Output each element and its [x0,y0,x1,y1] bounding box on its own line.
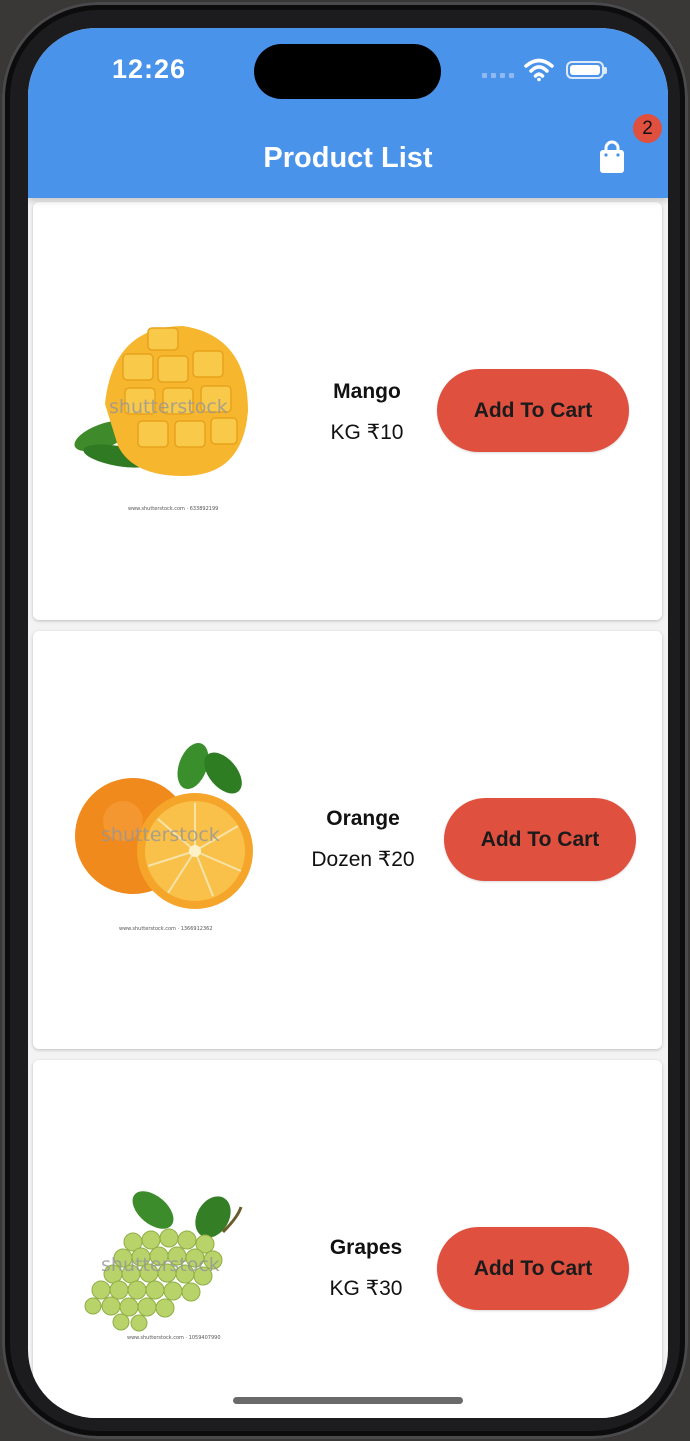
add-to-cart-button[interactable]: Add To Cart [437,1227,629,1310]
app-screen: 12:26 Product List 2 shutterstock www.sh… [28,28,668,1418]
add-to-cart-button[interactable]: Add To Cart [444,798,636,881]
home-indicator[interactable] [233,1397,463,1404]
cellular-signal-icon [482,73,514,78]
image-watermark: shutterstock [101,824,220,846]
cart-count-badge: 2 [633,114,662,143]
image-caption: www.shutterstock.com · 1059407990 [127,1335,221,1341]
image-watermark: shutterstock [101,1254,220,1276]
product-card-mango: shutterstock www.shutterstock.com · 6338… [33,202,662,620]
product-card-orange: shutterstock www.shutterstock.com · 1366… [33,631,662,1049]
status-time: 12:26 [112,54,187,84]
wifi-icon [524,58,554,82]
product-price: KG ₹10 [330,421,404,444]
product-name: Grapes [329,1236,403,1259]
page-title: Product List [263,142,433,174]
image-watermark: shutterstock [109,396,228,418]
app-bar: 12:26 Product List 2 [28,28,668,198]
product-price: Dozen ₹20 [311,848,415,871]
dynamic-island [254,44,441,99]
battery-icon [566,61,607,79]
product-price: KG ₹30 [329,1277,403,1300]
image-caption: www.shutterstock.com · 1366912362 [119,926,213,932]
shopping-bag-icon[interactable] [594,138,630,178]
product-name: Mango [333,380,401,403]
add-to-cart-button[interactable]: Add To Cart [437,369,629,452]
image-caption: www.shutterstock.com · 633892199 [128,506,219,512]
product-card-grapes: shutterstock www.shutterstock.com · 1059… [33,1060,662,1418]
product-name: Orange [326,807,400,830]
